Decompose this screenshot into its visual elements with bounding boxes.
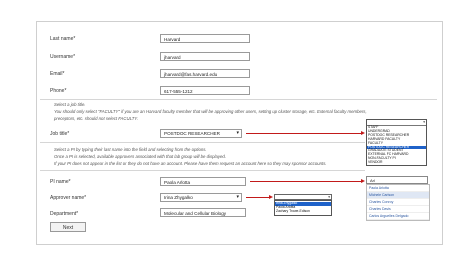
divider xyxy=(40,170,365,171)
username-label: Username* xyxy=(50,54,76,60)
annotation-arrow xyxy=(246,197,270,198)
last-name-input[interactable]: Harvard xyxy=(160,34,250,43)
annotation-arrowhead xyxy=(269,195,273,199)
divider xyxy=(40,99,437,100)
autocomplete-option[interactable]: Carlos Arguelles Delgado xyxy=(367,213,429,220)
annotation-arrowhead xyxy=(361,179,365,183)
approver-dropdown[interactable]: Irina Zhygalko Paola Arlotta Zachary Tro… xyxy=(274,200,332,216)
autocomplete-option-highlighted[interactable]: Michele Carlson xyxy=(367,192,429,199)
autocomplete-option[interactable]: Paola Arlotta xyxy=(367,185,429,192)
department-input[interactable]: Molecular and Cellular Biology xyxy=(160,208,246,217)
department-label: Department* xyxy=(50,211,79,217)
dropdown-option[interactable]: Zachary Trowe-Edison xyxy=(275,209,331,214)
dropdown-option[interactable]: VENDOR xyxy=(367,160,426,165)
pi-name-label: PI name* xyxy=(50,179,71,185)
username-input[interactable]: jharvard xyxy=(160,52,250,61)
divider xyxy=(40,142,365,143)
pi-autocomplete-list[interactable]: Paola Arlotta Michele Carlson Charles Co… xyxy=(366,184,430,221)
annotation-arrow xyxy=(250,181,362,182)
last-name-label: Last name* xyxy=(50,36,76,42)
job-title-dropdown[interactable]: ▾ STAFF UNDERGRAD POSTDOC RESEARCHER HAR… xyxy=(366,119,427,166)
approver-select[interactable]: Irina Zhygalko ▾ xyxy=(160,193,242,202)
phone-label: Phone* xyxy=(50,88,67,94)
chevron-down-icon: ▾ xyxy=(236,130,239,136)
email-label: Email* xyxy=(50,71,65,77)
job-hint-line2: You should only select "FACULTY" if you … xyxy=(54,109,367,114)
pi-hint-line3: If your PI does not appear in the list o… xyxy=(54,161,327,166)
autocomplete-option[interactable]: Charles Conroy xyxy=(367,199,429,206)
approver-value: Irina Zhygalko xyxy=(164,195,193,200)
pi-search-input[interactable]: Arl xyxy=(366,176,428,184)
job-hint-line1: Select a job title. xyxy=(54,102,86,107)
approver-name-label: Approver name* xyxy=(50,195,87,201)
pi-hint-line2: Once a PI is selected, available approve… xyxy=(54,154,226,159)
chevron-down-icon: ▾ xyxy=(423,120,425,124)
annotation-arrowhead xyxy=(361,131,365,135)
annotation-arrow xyxy=(246,133,362,134)
pi-name-input[interactable]: Paola Arlotta xyxy=(160,177,246,186)
email-input[interactable]: jharvard@fas.harvard.edu xyxy=(160,69,250,78)
phone-input[interactable]: 617-555-1212 xyxy=(160,86,250,95)
job-hint-line3: preceptors, etc. should not select FACUL… xyxy=(54,116,138,121)
job-title-select[interactable]: POSTDOC RESEARCHER ▾ xyxy=(160,129,242,138)
pi-hint-line1: Select a PI by typing their last name in… xyxy=(54,147,207,152)
job-title-label: Job title* xyxy=(50,131,70,137)
job-title-value: POSTDOC RESEARCHER xyxy=(164,131,220,136)
chevron-down-icon: ▾ xyxy=(236,194,239,200)
next-button[interactable]: Next xyxy=(50,222,86,232)
autocomplete-option[interactable]: Charles Davis xyxy=(367,206,429,213)
